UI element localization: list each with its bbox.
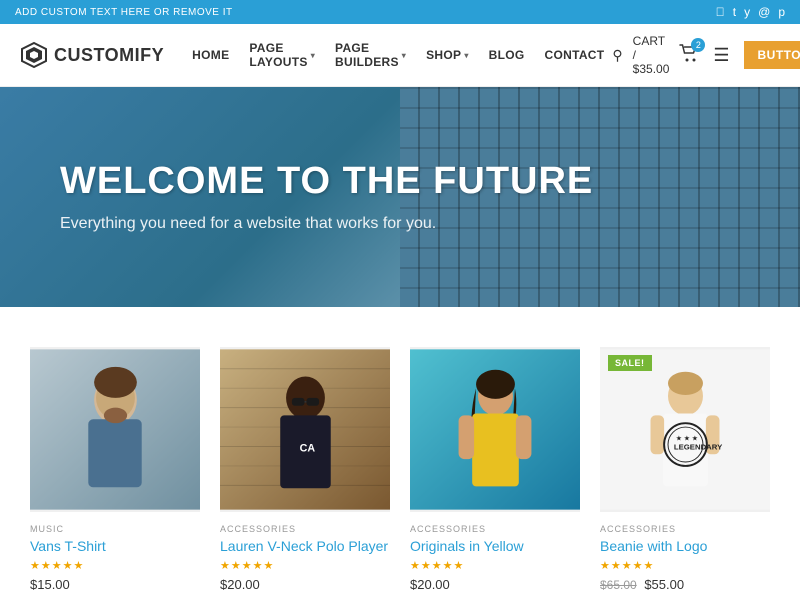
cart-icon[interactable]: 2	[679, 44, 699, 67]
linkedin-icon[interactable]: y	[744, 5, 750, 19]
product-name-4[interactable]: Beanie with Logo	[600, 538, 770, 554]
chevron-down-icon: ▾	[402, 51, 406, 60]
nav-home[interactable]: HOME	[184, 42, 237, 68]
product-price-4: $65.00 $55.00	[600, 577, 770, 592]
product-card-4[interactable]: SALE! ★ ★ ★ LEGENDARY	[600, 347, 770, 592]
product-category-4: ACCESSORIES	[600, 524, 770, 534]
product-category-1: MUSIC	[30, 524, 200, 534]
product-price-3: $20.00	[410, 577, 580, 592]
products-grid: MUSIC Vans T-Shirt ★★★★★ $15.00	[30, 347, 770, 592]
hero-section: WELCOME TO THE FUTURE Everything you nee…	[0, 87, 800, 307]
search-icon[interactable]: ⚲	[612, 47, 622, 64]
twitter-icon[interactable]: t	[733, 5, 736, 19]
top-bar: ADD CUSTOM TEXT HERE OR REMOVE IT  t y …	[0, 0, 800, 24]
product-category-2: ACCESSORIES	[220, 524, 390, 534]
product-stars-1: ★★★★★	[30, 559, 200, 572]
product-price-sale-4: $55.00	[644, 577, 684, 592]
cart-text[interactable]: CART / $35.00	[633, 34, 670, 76]
header-button[interactable]: BUTTON	[744, 41, 800, 69]
product-price-2: $20.00	[220, 577, 390, 592]
chevron-down-icon: ▾	[464, 51, 468, 60]
hero-title: WELCOME TO THE FUTURE	[60, 161, 593, 203]
products-section: MUSIC Vans T-Shirt ★★★★★ $15.00	[0, 307, 800, 612]
instagram-icon[interactable]: @	[758, 5, 770, 19]
product-image-1	[30, 347, 200, 512]
nav-page-layouts[interactable]: PAGE LAYOUTS ▾	[241, 35, 323, 75]
product-category-3: ACCESSORIES	[410, 524, 580, 534]
social-links:  t y @ p	[716, 5, 785, 19]
top-bar-text: ADD CUSTOM TEXT HERE OR REMOVE IT	[15, 7, 233, 18]
chevron-down-icon: ▾	[311, 51, 315, 60]
hero-content: WELCOME TO THE FUTURE Everything you nee…	[0, 161, 653, 233]
nav-blog[interactable]: BLOG	[481, 42, 533, 68]
nav-page-builders[interactable]: PAGE BUILDERS ▾	[327, 35, 414, 75]
pinterest-icon[interactable]: p	[778, 5, 785, 19]
product-card-1[interactable]: MUSIC Vans T-Shirt ★★★★★ $15.00	[30, 347, 200, 592]
header-right: ⚲ CART / $35.00 2 ☰ BUTTON	[612, 34, 800, 76]
product-image-4: SALE! ★ ★ ★ LEGENDARY	[600, 347, 770, 512]
logo[interactable]: CUSTOMIFY	[20, 41, 164, 69]
header: CUSTOMIFY HOME PAGE LAYOUTS ▾ PAGE BUILD…	[0, 24, 800, 87]
product-name-2[interactable]: Lauren V-Neck Polo Player	[220, 538, 390, 554]
product-stars-2: ★★★★★	[220, 559, 390, 572]
product-image-2: CA	[220, 347, 390, 512]
product-name-1[interactable]: Vans T-Shirt	[30, 538, 200, 554]
product-card-3[interactable]: ACCESSORIES Originals in Yellow ★★★★★ $2…	[410, 347, 580, 592]
product-card-2[interactable]: CA ACCESSORIES Lauren V-Neck Polo Player…	[220, 347, 390, 592]
hamburger-icon[interactable]: ☰	[709, 45, 733, 66]
nav-contact[interactable]: CONTACT	[537, 42, 613, 68]
svg-text:CA: CA	[300, 442, 316, 454]
product-stars-3: ★★★★★	[410, 559, 580, 572]
main-nav: HOME PAGE LAYOUTS ▾ PAGE BUILDERS ▾ SHOP…	[184, 35, 612, 75]
nav-shop[interactable]: SHOP ▾	[418, 42, 477, 68]
logo-text: CUSTOMIFY	[54, 45, 164, 66]
hero-subtitle: Everything you need for a website that w…	[60, 215, 593, 233]
cart-badge: 2	[691, 38, 705, 52]
product-stars-4: ★★★★★	[600, 559, 770, 572]
product-image-3	[410, 347, 580, 512]
svg-text:LEGENDARY: LEGENDARY	[674, 442, 723, 451]
logo-icon	[20, 41, 48, 69]
product-price-original-4: $65.00	[600, 578, 637, 592]
facebook-icon[interactable]: 	[716, 5, 725, 19]
sale-badge: SALE!	[608, 355, 652, 371]
product-name-3[interactable]: Originals in Yellow	[410, 538, 580, 554]
product-price-1: $15.00	[30, 577, 200, 592]
